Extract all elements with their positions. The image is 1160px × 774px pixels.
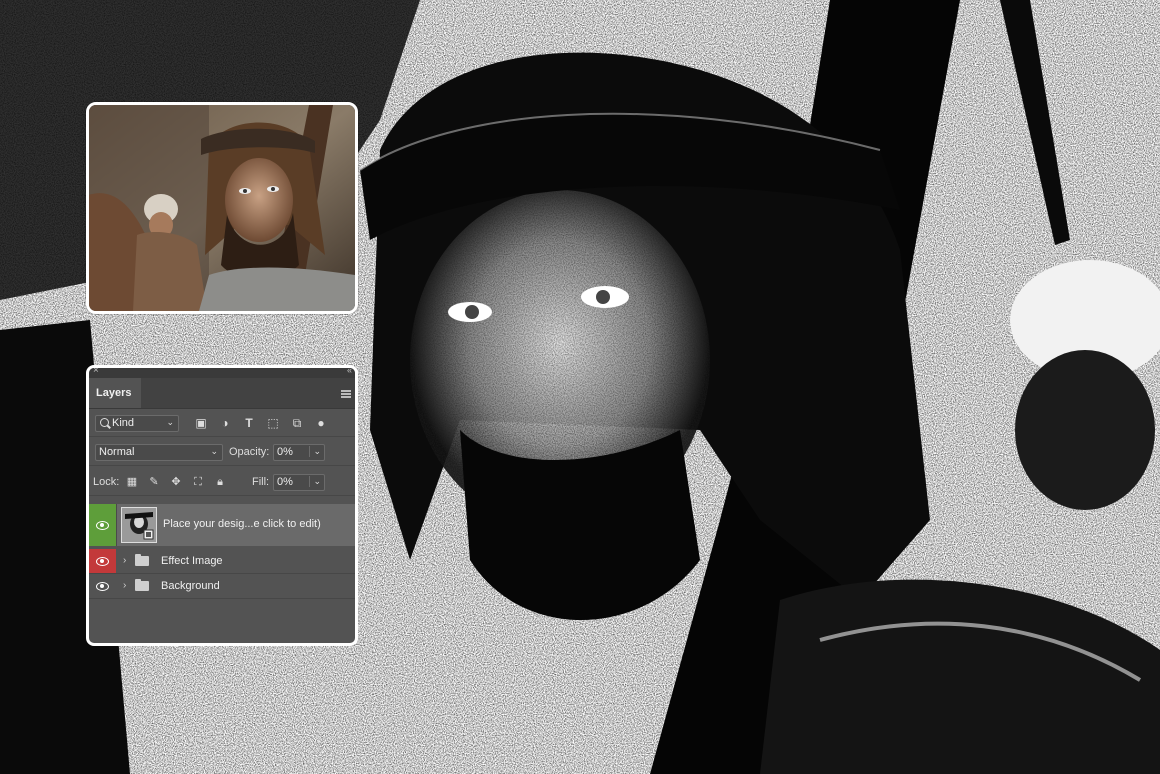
layer-row-effect-image[interactable]: › Effect Image — [89, 549, 355, 574]
blend-row: Normal ⌄ Opacity: 0% ⌄ — [89, 439, 355, 466]
lock-all-icon[interactable]: 🔒︎ — [213, 475, 227, 489]
layer-name: Place your desig...e click to edit) — [163, 518, 321, 530]
layers-panel: × « Layers Kind ⌄ ▣ ◑ T ⬚ ⧉ ● Normal ⌄ O… — [86, 365, 358, 646]
layer-thumbnail — [121, 507, 157, 543]
opacity-value: 0% — [277, 446, 293, 458]
filter-kind-label: Kind — [112, 417, 135, 429]
folder-icon — [135, 554, 149, 566]
lock-artboard-icon[interactable]: ⛶ — [191, 475, 205, 489]
opacity-label: Opacity: — [229, 446, 270, 458]
panel-header-strip: × « — [89, 368, 355, 378]
layer-name: Background — [161, 580, 220, 592]
divider — [116, 504, 117, 546]
close-panel-icon[interactable]: × — [93, 368, 99, 376]
layer-filter-row: Kind ⌄ ▣ ◑ T ⬚ ⧉ ● — [89, 410, 355, 437]
lock-row: Lock: ▦ ✎ ✥ ⛶ 🔒︎ Fill: 0% ⌄ — [89, 469, 355, 496]
expand-group-icon[interactable]: › — [123, 580, 126, 591]
layer-name: Effect Image — [161, 555, 223, 567]
folder-icon — [135, 579, 149, 591]
layer-row-smart-object[interactable]: Place your desig...e click to edit) — [89, 504, 355, 546]
smart-object-thumbnail-image — [122, 508, 156, 542]
eye-icon — [96, 520, 109, 530]
fill-field[interactable]: 0% ⌄ — [273, 474, 325, 491]
collapse-panel-icon[interactable]: « — [347, 368, 352, 375]
eye-icon — [96, 581, 109, 591]
search-icon — [100, 418, 109, 427]
adjustment-filter-icon[interactable]: ◑ — [217, 415, 233, 431]
original-photo — [89, 105, 355, 311]
lock-label: Lock: — [93, 476, 120, 488]
lock-position-icon[interactable]: ✥ — [169, 475, 183, 489]
visibility-toggle[interactable] — [89, 549, 116, 573]
chevron-down-icon: ⌄ — [210, 446, 218, 456]
chevron-down-icon[interactable]: ⌄ — [309, 476, 321, 487]
smart-object-filter-icon[interactable]: ⧉ — [289, 415, 305, 431]
filter-kind-dropdown[interactable]: Kind ⌄ — [95, 415, 179, 432]
panel-tab-bar: Layers — [89, 378, 355, 409]
chevron-down-icon: ⌄ — [166, 417, 174, 427]
type-filter-icon[interactable]: T — [241, 415, 257, 431]
visibility-toggle[interactable] — [89, 574, 116, 598]
fill-value: 0% — [277, 476, 293, 488]
expand-group-icon[interactable]: › — [123, 555, 126, 566]
image-filter-icon[interactable]: ▣ — [193, 415, 209, 431]
lock-transparent-pixels-icon[interactable]: ▦ — [125, 475, 139, 489]
toggle-filter-icon[interactable]: ● — [313, 415, 329, 431]
shape-filter-icon[interactable]: ⬚ — [265, 415, 281, 431]
fill-label: Fill: — [252, 476, 270, 488]
blend-mode-value: Normal — [99, 446, 135, 458]
panel-menu-icon[interactable] — [341, 390, 351, 398]
blend-mode-dropdown[interactable]: Normal ⌄ — [95, 444, 223, 461]
chevron-down-icon[interactable]: ⌄ — [309, 446, 321, 457]
lock-image-pixels-icon[interactable]: ✎ — [147, 475, 161, 489]
visibility-toggle[interactable] — [89, 504, 116, 546]
tab-layers[interactable]: Layers — [89, 378, 141, 408]
opacity-field[interactable]: 0% ⌄ — [273, 444, 325, 461]
original-photo-preview — [86, 102, 358, 314]
layer-row-background[interactable]: › Background — [89, 574, 355, 599]
eye-icon — [96, 556, 109, 566]
